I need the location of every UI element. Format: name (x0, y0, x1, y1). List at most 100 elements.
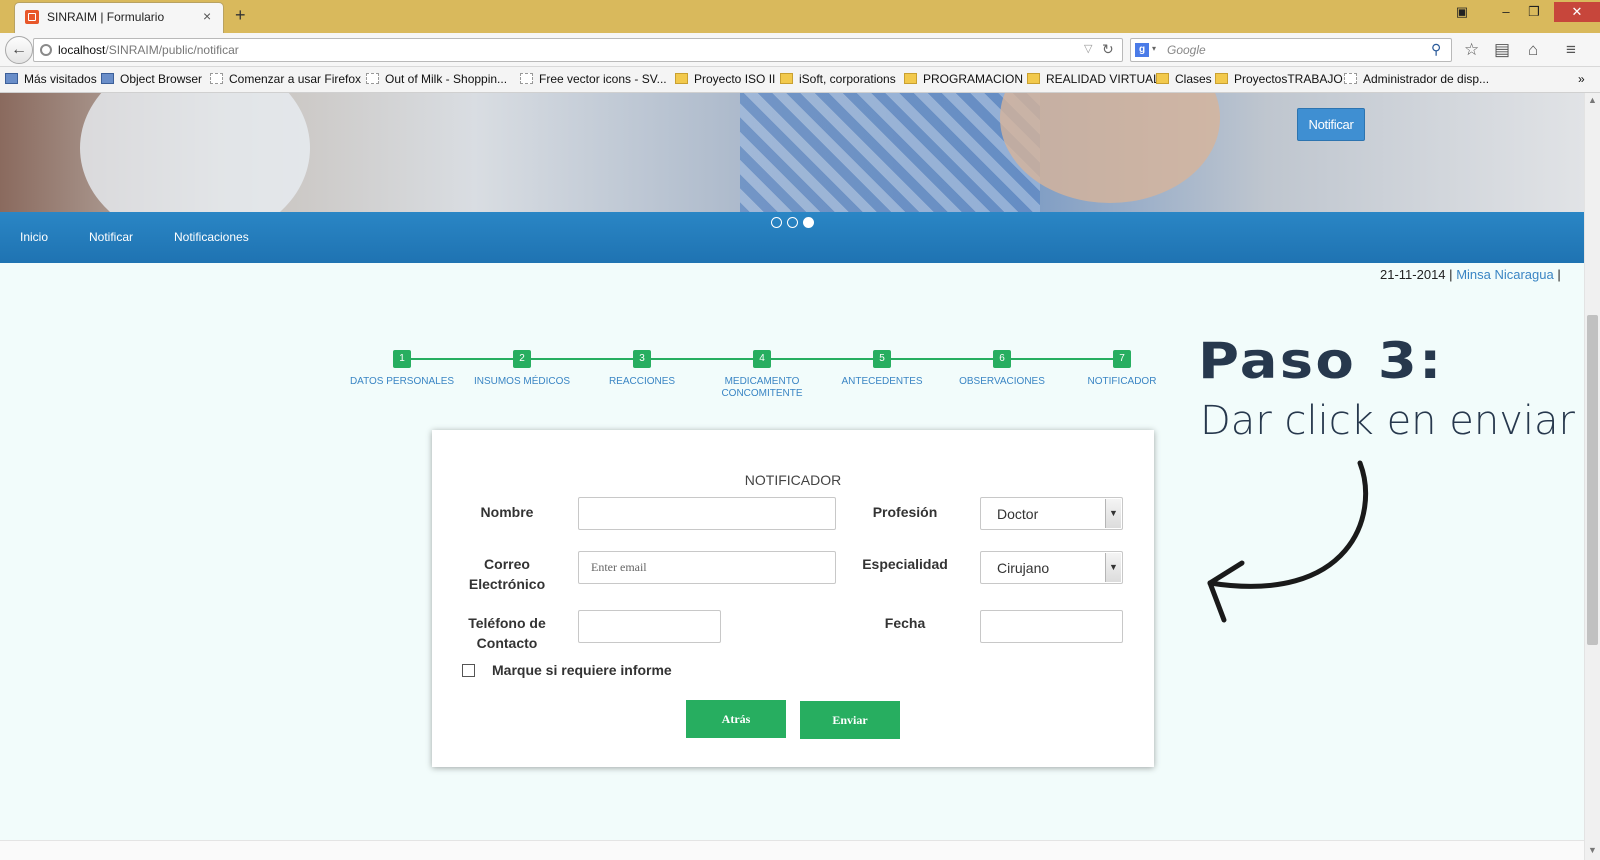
chevron-down-icon: ▼ (1105, 553, 1121, 582)
step-5-label[interactable]: ANTECEDENTES (822, 376, 942, 388)
url-text[interactable]: localhost/SINRAIM/public/notificar (58, 43, 239, 57)
bookmark-icon (101, 73, 114, 84)
bookmark-label: ProyectosTRABAJO (1234, 72, 1343, 86)
form-title: NOTIFICADOR (744, 472, 842, 488)
folder-icon (675, 73, 688, 84)
bookmark-item[interactable]: Administrador de disp... (1344, 72, 1489, 86)
page-scrollbar[interactable]: ▲ ▼ (1584, 93, 1600, 860)
bookmark-item[interactable]: ProyectosTRABAJO (1215, 72, 1343, 86)
browser-tab[interactable]: SINRAIM | Formulario × (14, 2, 224, 33)
profesion-select[interactable]: Doctor ▼ (980, 497, 1123, 530)
bookmark-icon (1344, 73, 1357, 84)
restore-icon[interactable]: ❐ (1522, 2, 1546, 22)
profesion-value: Doctor (997, 506, 1039, 522)
reading-list-icon[interactable]: ▤ (1494, 40, 1510, 60)
back-button[interactable]: Atrás (686, 700, 786, 738)
minimize-icon[interactable]: – (1494, 2, 1518, 22)
carousel-dot-active[interactable] (803, 217, 814, 228)
minsa-link[interactable]: Minsa Nicaragua (1456, 267, 1554, 282)
bookmarks-overflow-icon[interactable]: » (1578, 72, 1585, 86)
email-field[interactable] (578, 551, 836, 584)
new-tab-icon[interactable]: + (235, 5, 246, 26)
step-3-marker[interactable]: 3 (633, 350, 651, 368)
bookmark-label: Administrador de disp... (1363, 72, 1490, 86)
folder-icon (1027, 73, 1040, 84)
scroll-thumb[interactable] (1587, 315, 1598, 645)
notify-button[interactable]: Notificar (1297, 108, 1365, 141)
chevron-down-icon: ▼ (1105, 499, 1121, 528)
bookmark-item[interactable]: PROGRAMACION (904, 72, 1023, 86)
menu-item-inicio[interactable]: Inicio (20, 230, 48, 244)
favicon-icon (25, 10, 39, 24)
bookmark-item[interactable]: Object Browser (101, 72, 202, 86)
browser-navbar: ← localhost/SINRAIM/public/notificar ▽ ↻… (0, 33, 1600, 67)
annotation-title: Paso 3: (1198, 332, 1444, 390)
bookmark-item[interactable]: REALIDAD VIRTUAL (1027, 72, 1160, 86)
step-3-label[interactable]: REACCIONES (582, 376, 702, 388)
bookmark-item[interactable]: Clases (1156, 72, 1212, 86)
step-6-marker[interactable]: 6 (993, 350, 1011, 368)
fecha-input[interactable] (980, 610, 1123, 643)
step-7-marker[interactable]: 7 (1113, 350, 1131, 368)
url-dropdown-icon[interactable]: ▽ (1084, 42, 1092, 55)
telefono-input[interactable] (578, 610, 721, 643)
step-6-label[interactable]: OBSERVACIONES (942, 376, 1062, 388)
folder-icon (904, 73, 917, 84)
star-icon[interactable]: ☆ (1464, 40, 1479, 60)
nombre-label: Nombre (480, 504, 534, 520)
scroll-up-icon[interactable]: ▲ (1588, 95, 1597, 105)
correo-label: Correo Electrónico (468, 556, 546, 592)
bookmark-icon (520, 73, 533, 84)
tab-title: SINRAIM | Formulario (47, 10, 165, 24)
bookmark-item[interactable]: Comenzar a usar Firefox (210, 72, 361, 86)
folder-icon (1215, 73, 1228, 84)
send-button[interactable]: Enviar (800, 701, 900, 739)
bookmark-label: PROGRAMACION (923, 72, 1024, 86)
annotation-subtitle: Dar click en enviar (1200, 398, 1575, 444)
reload-icon[interactable]: ↻ (1102, 41, 1114, 58)
step-5-marker[interactable]: 5 (873, 350, 891, 368)
informe-checkbox[interactable] (462, 664, 475, 677)
back-arrow-icon[interactable]: ← (5, 36, 33, 64)
notifier-form-card: NOTIFICADOR Nombre Correo Electrónico Te… (432, 430, 1154, 767)
scroll-down-icon[interactable]: ▼ (1588, 845, 1597, 855)
step-2-marker[interactable]: 2 (513, 350, 531, 368)
bookmark-icon (366, 73, 379, 84)
search-placeholder: Google (1167, 43, 1206, 57)
window-close-icon[interactable]: ✕ (1554, 2, 1600, 22)
window-tabs-icon[interactable]: ▣ (1452, 2, 1472, 22)
url-bar[interactable]: localhost/SINRAIM/public/notificar ▽ ↻ (33, 38, 1123, 62)
search-bar[interactable]: g ▾ Google ⚲ (1130, 38, 1452, 62)
step-1-marker[interactable]: 1 (393, 350, 411, 368)
step-2-label[interactable]: INSUMOS MÉDICOS (462, 376, 582, 388)
bookmark-item[interactable]: iSoft, corporations (780, 72, 896, 86)
bookmark-item[interactable]: Más visitados (5, 72, 97, 86)
current-date: 21-11-2014 (1380, 267, 1446, 282)
menu-icon[interactable]: ≡ (1566, 40, 1576, 60)
google-icon[interactable]: g (1135, 43, 1149, 57)
bookmark-label: iSoft, corporations (799, 72, 896, 86)
especialidad-select[interactable]: Cirujano ▼ (980, 551, 1123, 584)
step-1-label[interactable]: DATOS PERSONALES (342, 376, 462, 388)
carousel-dot[interactable] (787, 217, 798, 228)
step-4-marker[interactable]: 4 (753, 350, 771, 368)
home-icon[interactable]: ⌂ (1528, 40, 1538, 60)
bookmark-item[interactable]: Proyecto ISO II (675, 72, 775, 86)
carousel-dot[interactable] (771, 217, 782, 228)
hero-image-part (740, 93, 1040, 212)
menu-item-notificar[interactable]: Notificar (89, 230, 133, 244)
menu-item-notificaciones[interactable]: Notificaciones (174, 230, 249, 244)
curved-arrow-icon (1207, 460, 1369, 623)
tab-close-icon[interactable]: × (203, 8, 211, 24)
magnifier-icon[interactable]: ⚲ (1431, 41, 1441, 58)
search-engine-dropdown-icon[interactable]: ▾ (1152, 44, 1156, 53)
date-line: 21-11-2014 | Minsa Nicaragua | (1380, 267, 1561, 282)
bookmark-label: REALIDAD VIRTUAL (1046, 72, 1160, 86)
nombre-input[interactable] (578, 497, 836, 530)
bookmark-item[interactable]: Free vector icons - SV... (520, 72, 667, 86)
step-4-label[interactable]: MEDICAMENTO CONCOMITENTE (702, 376, 822, 400)
step-7-label[interactable]: NOTIFICADOR (1062, 376, 1182, 388)
bookmark-item[interactable]: Out of Milk - Shoppin... (366, 72, 507, 86)
browser-titlebar: SINRAIM | Formulario × + ▣ – ❐ ✕ (0, 0, 1600, 33)
bookmark-icon (5, 73, 18, 84)
